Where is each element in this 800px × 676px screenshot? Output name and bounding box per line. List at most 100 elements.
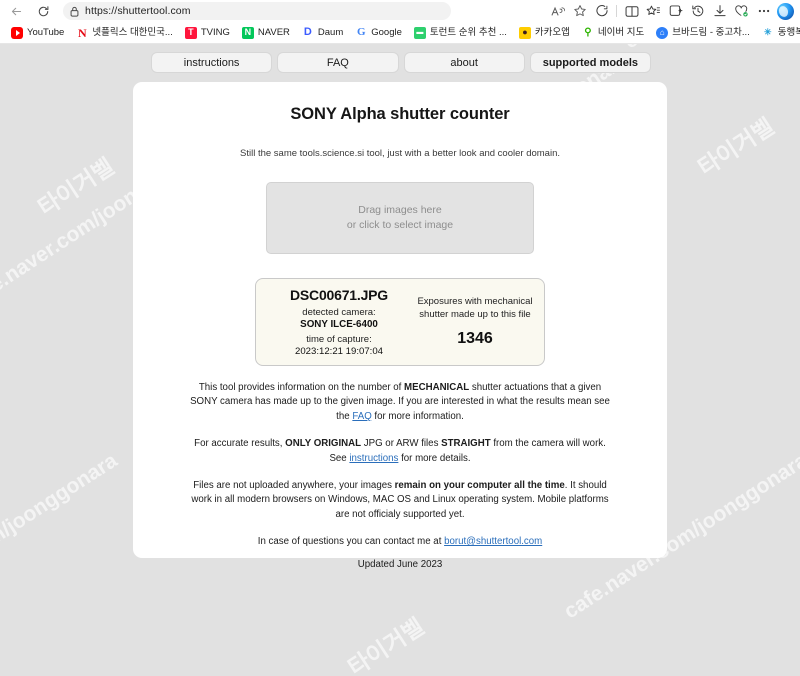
toolbar-divider — [616, 5, 617, 17]
result-file-info: DSC00671.JPG detected camera: SONY ILCE-… — [262, 287, 412, 357]
watermark-site: cafe.naver.com/joonggonara — [0, 448, 122, 624]
bookmark-naver-map[interactable]: ⚲ 네이버 지도 — [576, 23, 650, 42]
result-shutter-info: Exposures with mechanical shutter made u… — [412, 295, 538, 350]
p2-bold-straight: STRAIGHT — [441, 438, 491, 450]
refresh-button[interactable] — [32, 1, 54, 21]
info-paragraph-tool: This tool provides information on the nu… — [188, 381, 612, 424]
p2-text-c: JPG or ARW files — [361, 438, 442, 450]
tab-about[interactable]: about — [403, 52, 525, 73]
info-paragraph-accuracy: For accurate results, ONLY ORIGINAL JPG … — [188, 437, 612, 466]
nav-tabs: instructions FAQ about supported models — [151, 52, 651, 73]
netflix-favicon: N — [76, 25, 89, 40]
lotto-favicon: ✳ — [761, 26, 774, 39]
camera-value: SONY ILCE-6400 — [300, 319, 378, 330]
info-paragraph-privacy: Files are not uploaded anywhere, your im… — [188, 479, 612, 522]
tab-faq[interactable]: FAQ — [277, 52, 399, 73]
read-aloud-icon[interactable] — [547, 1, 568, 21]
bookmark-label: 네이버 지도 — [597, 26, 645, 38]
back-button[interactable] — [5, 1, 27, 21]
updated-date-wrapper: Updated June 2023 — [188, 558, 612, 572]
p2-text-a: For accurate results, — [194, 438, 286, 450]
updated-date: Updated June 2023 — [357, 558, 443, 570]
bookmark-naver[interactable]: N NAVER — [236, 23, 296, 42]
page-title: SONY Alpha shutter counter — [290, 105, 510, 123]
p2-bold-only-original: ONLY ORIGINAL — [285, 438, 362, 450]
copilot-chat-icon[interactable] — [591, 1, 612, 21]
bookmarks-bar: YouTube N 넷플릭스 대한민국... T TVING N NAVER D… — [0, 22, 800, 44]
content-panel: SONY Alpha shutter counter Still the sam… — [133, 82, 667, 570]
result-file-name: DSC00671.JPG — [290, 287, 388, 303]
bookmark-label: 브바드림 - 중고차... — [672, 26, 750, 38]
history-icon[interactable] — [687, 1, 708, 21]
naver-favicon: N — [241, 26, 254, 39]
p1-text-a: This tool provides information on the nu… — [198, 382, 405, 393]
exposures-label: Exposures with mechanical shutter made u… — [417, 295, 533, 320]
bookmark-lotto[interactable]: ✳ 동행복권 — [756, 23, 800, 42]
bookmark-netflix[interactable]: N 넷플릭스 대한민국... — [70, 23, 178, 42]
youtube-favicon — [11, 26, 23, 39]
bookmark-kakao[interactable]: ● 카카오앱 — [513, 23, 576, 42]
settings-more-icon[interactable] — [753, 1, 774, 21]
watermark-shop: 타이거벨 — [693, 112, 779, 181]
bookmark-torrent[interactable]: ▬ 토런트 순위 추천 ... — [408, 23, 513, 42]
watermark-shop: 타이거벨 — [33, 152, 119, 221]
dropzone-line-2: or click to select image — [346, 219, 454, 231]
kakao-favicon: ● — [518, 26, 531, 39]
address-bar[interactable]: https://shuttertool.com — [63, 2, 451, 20]
tab-label: about — [450, 56, 478, 69]
tving-favicon: T — [184, 26, 197, 39]
bookmark-label: NAVER — [257, 26, 290, 38]
toolbar-icon-group — [547, 0, 800, 22]
bookmark-tving[interactable]: T TVING — [179, 23, 236, 42]
p4-text-a: In case of questions you can contact me … — [257, 536, 445, 548]
p3-text-a: Files are not uploaded anywhere, your im… — [193, 480, 395, 492]
bookmark-label: 카카오앱 — [534, 26, 570, 38]
bookmark-label: YouTube — [27, 26, 65, 38]
favorite-star-icon[interactable] — [569, 1, 590, 21]
bookmark-label: 동행복권 — [777, 26, 800, 38]
bookmark-label: 넷플릭스 대한민국... — [92, 26, 173, 38]
page-viewport: cafe.naver.com/joonggonara cafe.naver.co… — [0, 44, 800, 676]
browser-essentials-icon[interactable] — [731, 1, 752, 21]
bookmark-bbadream[interactable]: ⌂ 브바드림 - 중고차... — [650, 23, 756, 42]
capture-time-label: time of capture: — [306, 334, 372, 345]
page-subtitle: Still the same tools.science.si tool, ju… — [240, 148, 560, 159]
browser-chrome: https://shuttertool.com YouTube N 넷플릭스 대… — [0, 0, 800, 44]
p2-text-f: for more details. — [398, 452, 471, 464]
watermark-shop: 타이거벨 — [343, 612, 429, 676]
tab-label: FAQ — [326, 56, 349, 69]
p1-bold-mechanical: MECHANICAL — [404, 382, 470, 393]
split-screen-icon[interactable] — [621, 1, 642, 21]
bbadream-favicon: ⌂ — [656, 26, 669, 39]
collections-icon[interactable] — [665, 1, 686, 21]
image-dropzone[interactable]: Drag images here or click to select imag… — [266, 182, 534, 254]
faq-link[interactable]: FAQ — [352, 411, 371, 422]
bookmark-label: TVING — [200, 26, 230, 38]
dropzone-line-1: Drag images here — [358, 204, 442, 216]
tab-supported-models[interactable]: supported models — [529, 52, 651, 73]
tab-instructions[interactable]: instructions — [151, 52, 273, 73]
p3-bold-privacy: remain on your computer all the time — [394, 480, 565, 492]
tab-label: supported models — [542, 56, 639, 69]
bookmark-daum[interactable]: D Daum — [296, 23, 349, 42]
lock-icon — [70, 6, 79, 17]
info-paragraph-contact: In case of questions you can contact me … — [188, 535, 612, 549]
favorites-icon[interactable] — [643, 1, 664, 21]
bookmark-label: Daum — [317, 26, 344, 38]
result-card: DSC00671.JPG detected camera: SONY ILCE-… — [255, 278, 545, 366]
shutter-count-value: 1346 — [457, 329, 493, 347]
capture-time-value: 2023:12:21 19:07:04 — [294, 346, 384, 357]
downloads-icon[interactable] — [709, 1, 730, 21]
bookmark-label: Google — [371, 26, 402, 38]
copilot-icon[interactable] — [775, 1, 796, 21]
bookmark-google[interactable]: G Google — [349, 23, 408, 42]
bookmark-label: 토런트 순위 추천 ... — [429, 26, 507, 38]
torrent-favicon: ▬ — [413, 26, 426, 39]
daum-favicon: D — [301, 26, 314, 39]
instructions-link[interactable]: instructions — [349, 453, 398, 464]
browser-toolbar: https://shuttertool.com — [0, 0, 800, 22]
contact-email-link[interactable]: borut@shuttertool.com — [444, 536, 542, 547]
bookmark-youtube[interactable]: YouTube — [5, 23, 70, 42]
camera-label: detected camera: — [302, 307, 376, 318]
naver-map-favicon: ⚲ — [581, 26, 594, 39]
